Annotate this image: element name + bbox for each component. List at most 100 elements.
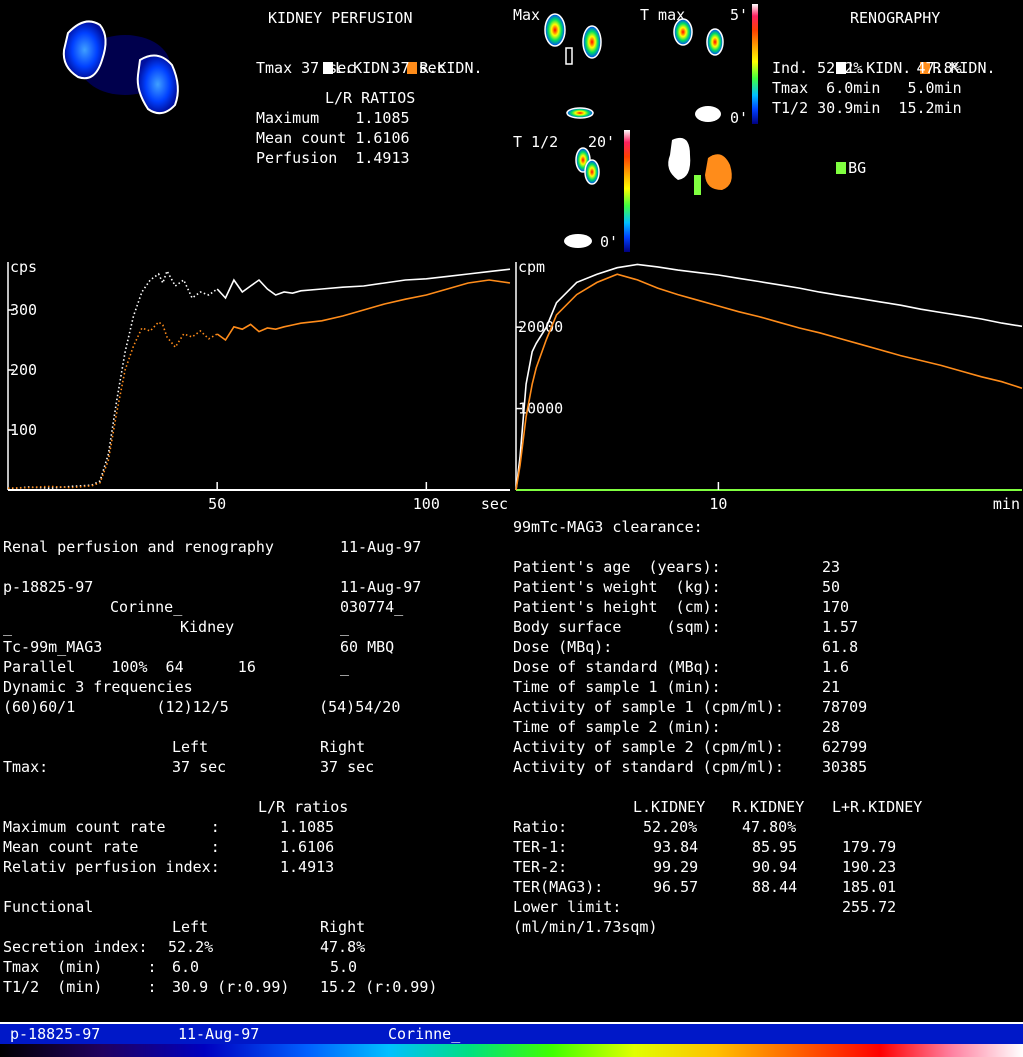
clearance-ratio-r: 47.80% <box>742 818 797 836</box>
report-mean-rate-label: Mean count rate : <box>3 838 220 856</box>
series-line-dotted <box>7 269 218 490</box>
report-tmax-right: 37 sec <box>320 758 375 776</box>
clearance-row-value: 21 <box>822 678 841 696</box>
report-fcol-right: Right <box>320 918 366 936</box>
report-dob: 030774_ <box>340 598 404 616</box>
report-tmax-left: 37 sec <box>172 758 227 776</box>
report-underscore-1: _ <box>340 618 350 636</box>
clearance-lower-label: Lower limit: <box>513 898 622 916</box>
y-tick-label: 100 <box>10 421 37 439</box>
y-axis-label: cpm <box>518 258 545 276</box>
clearance-row-value: 23 <box>822 558 841 576</box>
clearance-row-label: Body surface (sqm): <box>513 618 721 636</box>
clearance-row-value: 62799 <box>822 738 868 756</box>
report-patient-date: 11-Aug-97 <box>340 578 422 596</box>
report-secretion-label: Secretion index: <box>3 938 148 956</box>
report-tmax-label: Tmax: <box>3 758 49 776</box>
report-secretion-left: 52.2% <box>168 938 214 956</box>
curves-chart: 10020030050 100cpssec100002000010cpmmin <box>7 258 1023 513</box>
report-header-date: 11-Aug-97 <box>340 538 422 556</box>
y-tick-label: 20000 <box>518 318 563 336</box>
report-rel-perf-label: Relativ perfusion index: <box>3 858 220 876</box>
clearance-row-value: 78709 <box>822 698 868 716</box>
x-tick-label: 10 <box>709 495 727 513</box>
footer-patient-id: p-18825-97 <box>10 1025 101 1043</box>
footer-name: Corinne_ <box>388 1025 461 1043</box>
clearance-ter2-l: 99.29 <box>653 858 699 876</box>
report-fthalf-left: 30.9 (r:0.99) <box>172 978 290 996</box>
clearance-row-label: Patient's weight (kg): <box>513 578 721 596</box>
report-fcol-left: Left <box>172 918 209 936</box>
report-frames: (60)60/1 (12)12/5 (54)54/20 <box>3 698 401 716</box>
report-fthalf-right: 15.2 (r:0.99) <box>320 978 438 996</box>
clearance-termag-lr: 185.01 <box>842 878 897 896</box>
clearance-ter2-label: TER-2: <box>513 858 568 876</box>
clearance-ter2-r: 90.94 <box>752 858 798 876</box>
report-name: Corinne_ <box>110 598 183 616</box>
clearance-row-value: 30385 <box>822 758 868 776</box>
series-line <box>515 273 1023 491</box>
clearance-col-r: R.KIDNEY <box>732 798 805 816</box>
clearance-row-value: 50 <box>822 578 841 596</box>
report-dose: 60 MBQ <box>340 638 395 656</box>
clearance-row-value: 1.6 <box>822 658 850 676</box>
report-underscore-2: _ <box>340 658 350 676</box>
clearance-ter2-lr: 190.23 <box>842 858 897 876</box>
clearance-ter1-l: 93.84 <box>653 838 699 856</box>
clearance-row-label: Time of sample 1 (min): <box>513 678 721 696</box>
clearance-row-label: Activity of sample 2 (cpm/ml): <box>513 738 784 756</box>
clearance-row-label: Activity of sample 1 (cpm/ml): <box>513 698 784 716</box>
clearance-row-value: 1.57 <box>822 618 859 636</box>
clearance-title: 99mTc-MAG3 clearance: <box>513 518 703 536</box>
report-max-rate: 1.1085 <box>280 818 335 836</box>
report-collimator: Parallel 100% 64 16 <box>3 658 256 676</box>
x-tick-label: 100 <box>413 495 440 513</box>
clearance-row-label: Patient's height (cm): <box>513 598 721 616</box>
report-fthalf-label: T1/2 (min) : <box>3 978 157 996</box>
x-axis-label: min <box>993 495 1020 513</box>
status-bar: p-18825-97 11-Aug-97 Corinne_ <box>0 1022 1023 1044</box>
clearance-row-label: Dose of standard (MBq): <box>513 658 721 676</box>
clearance-row-label: Patient's age (years): <box>513 558 721 576</box>
report-patient-id: p-18825-97 <box>3 578 94 596</box>
clearance-row-value: 28 <box>822 718 841 736</box>
clearance-ratio-label: Ratio: <box>513 818 568 836</box>
report-functional: Functional <box>3 898 94 916</box>
y-axis-label: cps <box>10 258 37 276</box>
clearance-row-label: Time of sample 2 (min): <box>513 718 721 736</box>
report-col-left: Left <box>172 738 209 756</box>
clearance-col-l: L.KIDNEY <box>633 798 706 816</box>
clearance-lower-value: 255.72 <box>842 898 897 916</box>
report-max-rate-label: Maximum count rate : <box>3 818 220 836</box>
clearance-row-value: 61.8 <box>822 638 859 656</box>
report-organ: Kidney <box>180 618 235 636</box>
report-dynamic: Dynamic 3 frequencies <box>3 678 193 696</box>
series-line <box>216 279 511 342</box>
clearance-ter1-r: 85.95 <box>752 838 798 856</box>
footer-date: 11-Aug-97 <box>178 1025 260 1043</box>
color-spectrum-bar <box>0 1044 1023 1057</box>
report-header: Renal perfusion and renography <box>3 538 274 556</box>
x-axis-label: sec <box>481 495 508 513</box>
clearance-termag-l: 96.57 <box>653 878 699 896</box>
clearance-ratio-l: 52.20% <box>643 818 698 836</box>
series-line-dotted <box>7 320 218 489</box>
clearance-unit: (ml/min/1.73sqm) <box>513 918 658 936</box>
clearance-row-label: Dose (MBq): <box>513 638 613 656</box>
report-organ-underscore: _ <box>3 618 13 636</box>
report-rel-perf: 1.4913 <box>280 858 335 876</box>
series-line <box>515 263 1023 491</box>
report-ftmax-left: 6.0 <box>172 958 200 976</box>
clearance-row-label: Activity of standard (cpm/ml): <box>513 758 784 776</box>
clearance-termag-r: 88.44 <box>752 878 798 896</box>
clearance-row-value: 170 <box>822 598 850 616</box>
report-tracer: Tc-99m_MAG3 <box>3 638 103 656</box>
x-tick-label: 50 <box>208 495 226 513</box>
y-tick-label: 200 <box>10 361 37 379</box>
report-mean-rate: 1.6106 <box>280 838 335 856</box>
report-lr-title: L/R ratios <box>258 798 349 816</box>
y-tick-label: 300 <box>10 301 37 319</box>
report-secretion-right: 47.8% <box>320 938 366 956</box>
clearance-col-lr: L+R.KIDNEY <box>832 798 923 816</box>
clearance-ter1-label: TER-1: <box>513 838 568 856</box>
